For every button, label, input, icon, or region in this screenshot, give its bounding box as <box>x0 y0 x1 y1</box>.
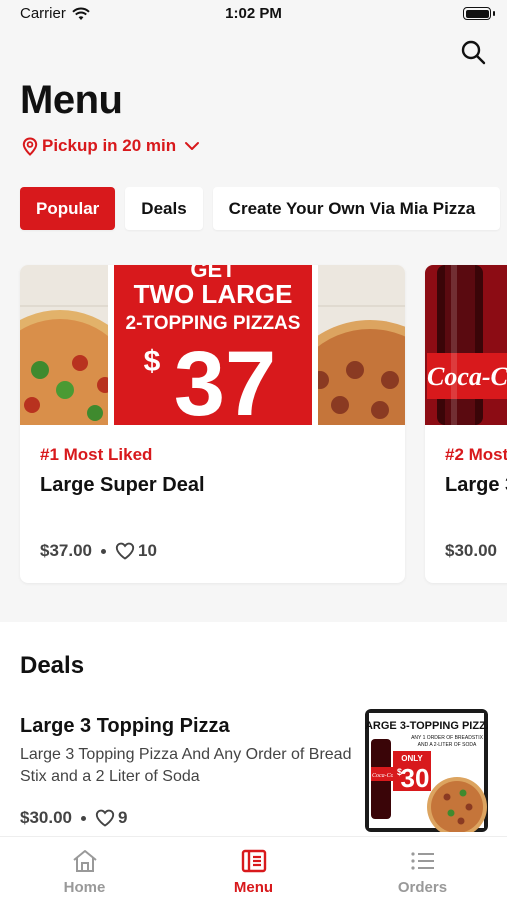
category-tabs: Popular Deals Create Your Own Via Mia Pi… <box>20 187 500 230</box>
card-price: $37.00 <box>40 541 92 560</box>
tab-bar-label: Home <box>63 879 106 896</box>
card-body: #1 Most Liked Large Super Deal <box>40 445 205 497</box>
tab-bar-label: Orders <box>397 879 448 896</box>
status-bar: Carrier 1:02 PM <box>0 0 507 28</box>
deal-image-price: 37 <box>174 333 276 425</box>
tab-bar-home[interactable]: Home <box>0 837 169 900</box>
likes[interactable]: 9 <box>95 808 127 828</box>
card-body: #2 Most Liked Large 3 <box>445 445 507 497</box>
popular-card[interactable]: GET TWO LARGE 2-TOPPING PIZZAS $ 37 #1 M… <box>20 265 405 583</box>
deal-name[interactable]: Large 3 Topping Pizza <box>20 715 230 738</box>
card-meta: $37.00 10 <box>40 541 157 561</box>
card-name: Large 3 <box>445 474 507 496</box>
deal-description: Large 3 Topping Pizza And Any Order of B… <box>20 746 352 785</box>
deal-meta: $30.00 9 <box>20 808 127 828</box>
separator-dot <box>81 815 86 821</box>
tab-popular[interactable]: Popular <box>20 187 116 230</box>
bottom-tab-bar: Home Menu Orders <box>0 836 507 900</box>
tab-bar-label: Menu <box>233 879 274 896</box>
location-pin-icon <box>22 136 38 156</box>
deal-image-sub1: ANY 1 ORDER OF BREADSTIX <box>411 735 484 741</box>
heart-icon <box>95 809 115 827</box>
deal-image[interactable]: LARGE 3-TOPPING PIZZA ANY 1 ORDER OF BRE… <box>365 709 488 832</box>
deal-image-dollar: $ <box>144 345 161 378</box>
tab-deals[interactable]: Deals <box>125 187 203 230</box>
deal-image-line2: TWO LARGE <box>134 279 293 309</box>
deal-image-only: ONLY <box>401 754 423 763</box>
tab-bar-orders[interactable]: Orders <box>338 837 507 900</box>
coca-cola-image: Coca-Cola <box>425 265 507 425</box>
status-time: 1:02 PM <box>225 5 282 22</box>
tab-bar-menu[interactable]: Menu <box>169 837 338 900</box>
likes-count: 9 <box>118 808 128 827</box>
deal-price: $30.00 <box>20 808 72 827</box>
card-rank: #2 Most Liked <box>445 445 507 464</box>
menu-book-icon <box>241 849 266 873</box>
list-icon <box>410 852 434 870</box>
chevron-down-icon <box>185 142 200 150</box>
page-title: Menu <box>20 78 123 122</box>
likes-count: 10 <box>138 541 157 560</box>
battery-tip <box>493 11 495 16</box>
tab-create-your-own[interactable]: Create Your Own Via Mia Pizza <box>212 187 500 230</box>
deals-heading: Deals <box>20 652 85 679</box>
popular-card[interactable]: Coca-Cola #2 Most Liked Large 3 $30.00 <box>425 265 507 583</box>
deal-image-price: 30 <box>401 763 430 793</box>
coca-cola-logo: Coca-Cola <box>427 362 507 391</box>
deal-image-headline: LARGE 3-TOPPING PIZZA <box>365 720 488 732</box>
pickup-label: Pickup in 20 min <box>42 136 177 155</box>
battery-icon <box>463 7 491 20</box>
card-rank: #1 Most Liked <box>40 445 153 464</box>
card-price: $30.00 <box>445 541 497 560</box>
heart-icon <box>115 542 135 560</box>
card-name: Large Super Deal <box>40 474 205 496</box>
card-meta: $30.00 <box>445 541 497 561</box>
menu-screen: Carrier 1:02 PM Menu Pickup in 20 min Po… <box>0 0 507 900</box>
search-button[interactable] <box>459 38 487 66</box>
separator-dot <box>101 548 106 554</box>
search-icon <box>461 40 486 65</box>
super-deal-image: GET TWO LARGE 2-TOPPING PIZZAS $ 37 <box>20 265 405 425</box>
deal-image-line3: 2-TOPPING PIZZAS <box>126 313 301 334</box>
home-icon <box>72 850 97 872</box>
likes[interactable]: 10 <box>115 541 157 561</box>
deal-image-sub2: AND A 2-LITER OF SODA <box>418 742 477 748</box>
pickup-selector[interactable]: Pickup in 20 min <box>22 136 200 156</box>
